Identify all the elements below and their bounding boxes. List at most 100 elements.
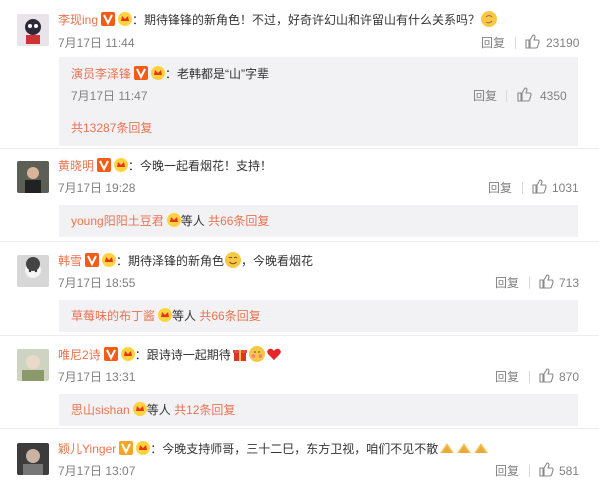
comment-item: 李现ing ：期待锋锋的新角色！不过，好奇许幻山和许留山有什么关系吗？ 7月17日… xyxy=(0,0,599,155)
vip-crown-icon xyxy=(151,66,166,80)
comment-line: 韩雪 ：期待泽锋的新角色 ，今晚看烟花 xyxy=(58,252,313,269)
like-count: 713 xyxy=(559,276,580,290)
divider xyxy=(529,465,530,477)
comment-text: ：今晚支持师哥，三十二巳，东方卫视，咱们不见不散 xyxy=(150,442,439,456)
summary-count[interactable]: 共66条回复 xyxy=(199,309,260,323)
emoji-icon xyxy=(456,440,472,456)
comment-line: 颖儿Yinger ：今晚支持师哥，三十二巳，东方卫视，咱们不见不散 xyxy=(58,440,489,457)
verified-v-icon xyxy=(85,253,100,267)
emoji-icon xyxy=(439,440,455,456)
comment-line: 李现ing ：期待锋锋的新角色！不过，好奇许幻山和许留山有什么关系吗？ xyxy=(58,11,498,28)
reply-button[interactable]: 回复 xyxy=(488,180,512,196)
divider xyxy=(529,277,530,289)
summary-mid: 等人 xyxy=(146,403,171,417)
username[interactable]: 唯尼2诗 xyxy=(58,348,101,362)
verified-v-icon xyxy=(97,158,112,172)
comment-item: 颖儿Yinger ：今晚支持师哥，三十二巳，东方卫视，咱们不见不散 7月17日 1… xyxy=(0,429,599,481)
sub-reply-box: 演员李泽锋 ：老韩都是“山”字辈 7月17日 11:47 回复 4350 共132… xyxy=(59,57,578,146)
reply-button[interactable]: 回复 xyxy=(473,88,497,104)
comment-text: ：跟诗诗一起期待 xyxy=(134,348,231,362)
comment-item: 韩雪 ：期待泽锋的新角色 ，今晚看烟花 7月17日 18:55 回复 713 草莓味… xyxy=(0,242,599,336)
divider xyxy=(522,182,523,194)
like-count: 4350 xyxy=(540,89,567,103)
emoji-icon xyxy=(473,440,489,456)
reply-summary-box[interactable]: young阳阳土豆君 等人 共66条回复 xyxy=(59,205,578,237)
comment-line: 唯尼2诗 ：跟诗诗一起期待 xyxy=(58,346,282,363)
username[interactable]: 颖儿Yinger xyxy=(58,442,116,456)
vip-crown-icon xyxy=(118,12,133,26)
comment-time: 7月17日 13:07 xyxy=(58,464,136,478)
reply-button[interactable]: 回复 xyxy=(495,369,519,385)
sub-reply-line: 演员李泽锋 ：老韩都是“山”字辈 xyxy=(71,66,269,82)
reply-summary-box[interactable]: 草莓味的布丁酱 等人 共66条回复 xyxy=(59,300,578,332)
vip-crown-icon xyxy=(132,402,147,416)
reply-summary[interactable]: 思山sishan 等人 共12条回复 xyxy=(71,402,235,418)
thumbs-up-icon[interactable] xyxy=(539,368,554,383)
vip-crown-icon xyxy=(114,158,129,172)
heart-icon xyxy=(266,346,282,362)
summary-count[interactable]: 共12条回复 xyxy=(174,403,235,417)
comment-time: 7月17日 13:31 xyxy=(58,370,136,384)
like-count: 23190 xyxy=(546,36,580,50)
username[interactable]: 黄晓明 xyxy=(58,159,94,173)
like-count: 581 xyxy=(559,464,580,478)
thumbs-up-icon[interactable] xyxy=(517,87,532,102)
thumbs-up-icon[interactable] xyxy=(532,179,547,194)
vip-crown-icon xyxy=(136,441,151,455)
thumbs-up-icon[interactable] xyxy=(539,274,554,289)
emoji-icon xyxy=(481,11,498,27)
reply-button[interactable]: 回复 xyxy=(495,275,519,291)
smile-emoji-icon xyxy=(225,252,242,268)
comment-time: 7月17日 18:55 xyxy=(58,276,136,290)
sub-reply-text: ：老韩都是“山”字辈 xyxy=(165,67,270,81)
vip-crown-icon xyxy=(102,253,117,267)
thumbs-up-icon[interactable] xyxy=(525,34,540,49)
comment-time: 7月17日 11:44 xyxy=(58,36,135,50)
like-count: 870 xyxy=(559,370,580,384)
gift-emoji-icon xyxy=(232,346,248,362)
divider xyxy=(529,371,530,383)
username[interactable]: 韩雪 xyxy=(58,254,82,268)
reply-button[interactable]: 回复 xyxy=(495,463,519,479)
summary-username[interactable]: 思山sishan xyxy=(71,403,130,417)
comment-text-2: ，今晚看烟花 xyxy=(241,254,314,268)
verified-v-icon xyxy=(134,66,149,80)
summary-mid: 等人 xyxy=(172,309,197,323)
avatar[interactable] xyxy=(17,255,49,287)
vip-crown-icon xyxy=(166,213,181,227)
avatar[interactable] xyxy=(17,161,49,193)
blush-emoji-icon xyxy=(248,346,265,362)
summary-count[interactable]: 共66条回复 xyxy=(208,214,269,228)
verified-v-icon xyxy=(103,347,118,361)
verified-v-icon xyxy=(119,441,134,455)
divider xyxy=(506,90,507,102)
avatar[interactable] xyxy=(17,443,49,475)
reply-button[interactable]: 回复 xyxy=(481,35,505,51)
sub-reply-time: 7月17日 11:47 xyxy=(71,89,148,103)
thumbs-up-icon[interactable] xyxy=(539,462,554,477)
avatar[interactable] xyxy=(17,349,49,381)
comment-text: ：期待泽锋的新角色 xyxy=(116,254,225,268)
reply-summary-box[interactable]: 思山sishan 等人 共12条回复 xyxy=(59,394,578,426)
verified-v-icon xyxy=(101,12,116,26)
more-replies-link[interactable]: 共13287条回复 xyxy=(71,120,152,136)
sub-reply-username[interactable]: 演员李泽锋 xyxy=(71,67,131,81)
comment-feed: 李现ing ：期待锋锋的新角色！不过，好奇许幻山和许留山有什么关系吗？ 7月17日… xyxy=(0,0,599,481)
summary-username[interactable]: young阳阳土豆君 xyxy=(71,214,164,228)
avatar[interactable] xyxy=(17,14,49,46)
more-replies-count[interactable]: 共13287条回复 xyxy=(71,121,152,135)
username[interactable]: 李现ing xyxy=(58,13,98,27)
vip-crown-icon xyxy=(120,347,135,361)
like-count: 1031 xyxy=(552,181,579,195)
summary-mid: 等人 xyxy=(180,214,205,228)
reply-summary[interactable]: 草莓味的布丁酱 等人 共66条回复 xyxy=(71,308,261,324)
comment-text: ：期待锋锋的新角色！不过，好奇许幻山和许留山有什么关系吗？ xyxy=(132,13,481,27)
divider xyxy=(515,37,516,49)
summary-username[interactable]: 草莓味的布丁酱 xyxy=(71,309,155,323)
comment-line: 黄晓明 ：今晚一起看烟花！支持！ xyxy=(58,158,272,174)
comment-text: ：今晚一起看烟花！支持！ xyxy=(128,159,273,173)
comment-item: 唯尼2诗 ：跟诗诗一起期待 7月17日 13:31 回复 870 思山sishan… xyxy=(0,336,599,430)
vip-crown-icon xyxy=(158,308,173,322)
reply-summary[interactable]: young阳阳土豆君 等人 共66条回复 xyxy=(71,213,269,229)
comment-item: 黄晓明 ：今晚一起看烟花！支持！ 7月17日 19:28 回复 1031 youn… xyxy=(0,149,599,241)
